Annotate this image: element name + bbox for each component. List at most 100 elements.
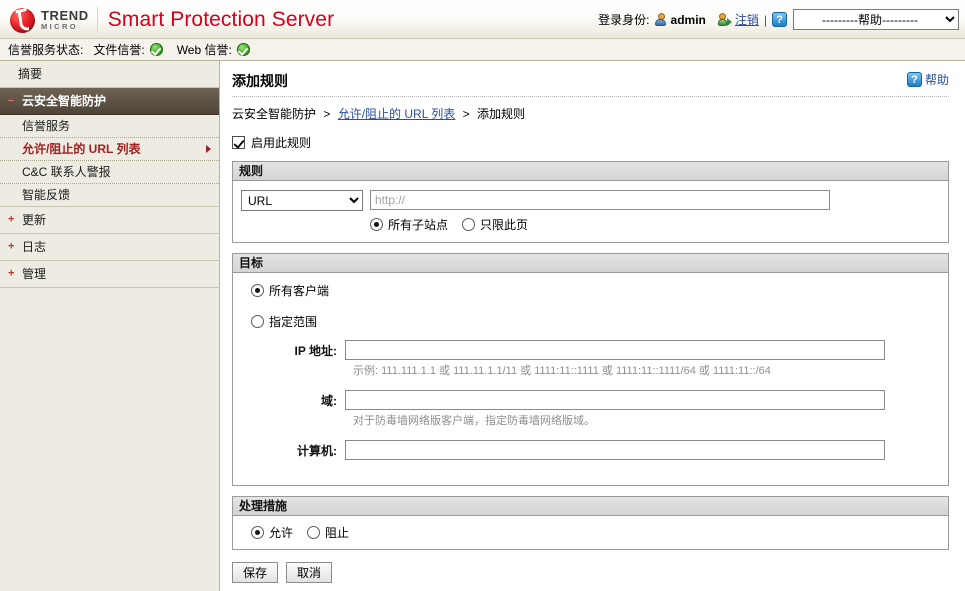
collapse-minus-icon[interactable]: – [8, 96, 14, 107]
sidebar-item-logs[interactable]: + 日志 [0, 234, 219, 261]
target-panel-title: 目标 [233, 254, 948, 273]
breadcrumb-item-1: 云安全智能防护 [232, 107, 316, 121]
brand-wordmark: TREND MICRO [41, 8, 89, 31]
save-button[interactable]: 保存 [232, 562, 278, 583]
form-button-bar: 保存 取消 [232, 562, 949, 583]
ip-address-label: IP 地址: [257, 342, 345, 359]
ip-address-field-row: IP 地址: [257, 340, 940, 360]
scope-this-page-only-option[interactable]: 只限此页 [462, 216, 528, 233]
sidebar-item-allow-block-url-list[interactable]: 允许/阻止的 URL 列表 [0, 138, 219, 161]
rule-scope-radio-group: 所有子站点 只限此页 [370, 216, 940, 233]
help-dropdown[interactable]: ---------帮助--------- [793, 9, 959, 30]
rule-type-select[interactable]: URL [241, 190, 363, 211]
target-all-clients-radio[interactable] [251, 284, 264, 297]
logout-link[interactable]: 注销 [735, 11, 759, 28]
sidebar-item-reputation-services[interactable]: 信誉服务 [0, 115, 219, 138]
help-question-icon[interactable]: ? [772, 12, 787, 27]
scope-this-page-only-radio[interactable] [462, 218, 475, 231]
action-allow-label: 允许 [269, 524, 293, 541]
enable-rule-label: 启用此规则 [251, 134, 311, 151]
sidebar-item-smart-protection[interactable]: – 云安全智能防护 [0, 88, 219, 115]
brand-wordmark-line2: MICRO [41, 23, 89, 31]
breadcrumb: 云安全智能防护 > 允许/阻止的 URL 列表 > 添加规则 [232, 105, 949, 122]
action-block-label: 阻止 [325, 524, 349, 541]
help-link-group[interactable]: ? 帮助 [907, 71, 949, 88]
action-allow-radio[interactable] [251, 526, 264, 539]
check-circle-icon [150, 43, 163, 56]
domain-input[interactable] [345, 390, 885, 410]
domain-hint: 对于防毒墙网络版客户端，指定防毒墙网络版域。 [353, 412, 940, 428]
target-specify-range-label: 指定范围 [269, 313, 317, 330]
action-allow-option[interactable]: 允许 [251, 524, 293, 541]
target-all-clients-option[interactable]: 所有客户端 [241, 282, 940, 299]
sidebar-item-label: 智能反馈 [22, 188, 70, 202]
expand-plus-icon[interactable]: + [8, 215, 14, 226]
sidebar-item-label: C&C 联系人警报 [22, 165, 111, 179]
breadcrumb-item-2[interactable]: 允许/阻止的 URL 列表 [338, 107, 456, 121]
status-bar-title: 信誉服务状态: [8, 41, 83, 58]
cancel-button[interactable]: 取消 [286, 562, 332, 583]
target-specify-range-radio[interactable] [251, 315, 264, 328]
sidebar-item-label: 管理 [22, 267, 46, 281]
page-header: 添加规则 ? 帮助 [232, 71, 949, 97]
sidebar-item-label: 允许/阻止的 URL 列表 [22, 142, 140, 156]
sidebar-item-administration[interactable]: + 管理 [0, 261, 219, 288]
brand-logo-group: TREND MICRO Smart Protection Server [8, 3, 334, 36]
logout-icon[interactable] [718, 13, 732, 26]
scope-all-subsites-label: 所有子站点 [388, 216, 448, 233]
check-circle-icon [237, 43, 250, 56]
domain-field-row: 域: [257, 390, 940, 410]
target-panel-body: 所有客户端 指定范围 IP 地址: 示例: 111.111.1.1 或 111.… [233, 273, 948, 485]
header-separator: | [764, 13, 767, 27]
reputation-status-bar: 信誉服务状态: 文件信誉: Web 信誉: [0, 39, 965, 61]
action-panel: 处理措施 允许 阻止 [232, 496, 949, 550]
breadcrumb-item-3: 添加规则 [477, 107, 525, 121]
computer-field-row: 计算机: [257, 440, 940, 460]
sidebar-nav: 摘要 – 云安全智能防护 信誉服务 允许/阻止的 URL 列表 C&C 联系人警… [0, 61, 220, 591]
action-block-radio[interactable] [307, 526, 320, 539]
scope-all-subsites-option[interactable]: 所有子站点 [370, 216, 448, 233]
help-question-icon[interactable]: ? [907, 72, 922, 87]
sidebar-item-label: 日志 [22, 240, 46, 254]
app-header: TREND MICRO Smart Protection Server 登录身份… [0, 0, 965, 39]
main-content: 添加规则 ? 帮助 云安全智能防护 > 允许/阻止的 URL 列表 > 添加规则… [220, 61, 965, 591]
rule-input-row: URL [241, 190, 940, 211]
computer-input[interactable] [345, 440, 885, 460]
rule-url-input[interactable] [370, 190, 830, 210]
target-fields-group: IP 地址: 示例: 111.111.1.1 或 111.11.1.1/11 或… [257, 340, 940, 476]
sidebar-item-label: 云安全智能防护 [22, 94, 106, 108]
sidebar-item-label: 信誉服务 [22, 119, 70, 133]
target-specify-range-option[interactable]: 指定范围 [241, 313, 940, 330]
brand-wordmark-line1: TREND [41, 9, 89, 22]
rule-panel: 规则 URL 所有子站点 只限此页 [232, 161, 949, 243]
page-title: 添加规则 [232, 71, 288, 91]
body-wrapper: 摘要 – 云安全智能防护 信誉服务 允许/阻止的 URL 列表 C&C 联系人警… [0, 61, 965, 591]
sidebar-item-updates[interactable]: + 更新 [0, 207, 219, 234]
computer-label: 计算机: [257, 442, 345, 459]
scope-all-subsites-radio[interactable] [370, 218, 383, 231]
scope-this-page-only-label: 只限此页 [480, 216, 528, 233]
web-reputation-status: Web 信誉: [177, 41, 250, 58]
file-reputation-status: 文件信誉: [93, 41, 162, 58]
expand-plus-icon[interactable]: + [8, 242, 14, 253]
action-panel-body: 允许 阻止 [233, 516, 948, 549]
sidebar-item-cc-contact-alert[interactable]: C&C 联系人警报 [0, 161, 219, 184]
login-as-label: 登录身份: [598, 11, 649, 28]
target-panel: 目标 所有客户端 指定范围 IP 地址: 示例: 111.111.1.1 或 1… [232, 253, 949, 486]
enable-rule-row[interactable]: 启用此规则 [232, 134, 949, 151]
action-radio-group: 允许 阻止 [241, 522, 940, 543]
brand-divider [97, 7, 98, 33]
domain-label: 域: [257, 392, 345, 409]
ip-address-input[interactable] [345, 340, 885, 360]
expand-plus-icon[interactable]: + [8, 269, 14, 280]
product-title: Smart Protection Server [108, 8, 334, 32]
action-block-option[interactable]: 阻止 [307, 524, 349, 541]
rule-panel-body: URL 所有子站点 只限此页 [233, 181, 948, 242]
target-all-clients-label: 所有客户端 [269, 282, 329, 299]
sidebar-item-label: 摘要 [18, 67, 42, 81]
sidebar-item-smart-feedback[interactable]: 智能反馈 [0, 184, 219, 207]
trend-micro-logo-icon [8, 5, 38, 35]
sidebar-item-summary[interactable]: 摘要 [0, 61, 219, 88]
enable-rule-checkbox[interactable] [232, 136, 245, 149]
help-link-label[interactable]: 帮助 [925, 71, 949, 88]
